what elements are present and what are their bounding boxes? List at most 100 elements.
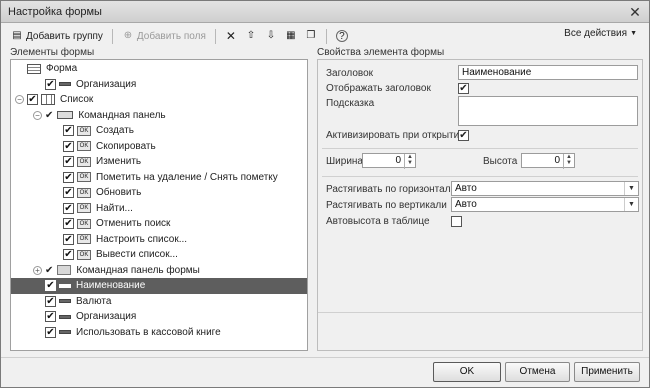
toolbar-separator xyxy=(111,28,113,44)
stretch-vertical-value: Авто xyxy=(455,199,477,210)
visibility-checkbox[interactable]: ✔ xyxy=(45,326,56,338)
divider xyxy=(318,312,642,313)
tree-row[interactable]: ✔ OK Отменить поиск xyxy=(11,216,307,232)
visibility-checkbox[interactable]: ✔ xyxy=(63,202,74,214)
activate-on-open-checkbox[interactable]: ✔ xyxy=(458,130,469,141)
tree-row[interactable]: ✔ OK Настроить список... xyxy=(11,232,307,248)
add-group-label: Добавить группу xyxy=(26,30,103,42)
move-up-icon: ⇧ xyxy=(246,30,256,41)
stretch-horizontal-value: Авто xyxy=(455,183,477,194)
show-caption-checkbox[interactable]: ✔ xyxy=(458,83,469,94)
tree-row[interactable]: ✔ OK Найти... xyxy=(11,201,307,217)
tree-row[interactable]: ✔ OK Обновить xyxy=(11,185,307,201)
button-icon: OK xyxy=(77,187,91,198)
visibility-checkbox[interactable]: ✔ xyxy=(27,94,38,106)
add-fields-icon: ⊕ xyxy=(123,30,133,41)
width-label: Ширина xyxy=(326,156,363,167)
visibility-checkbox[interactable]: ✔ xyxy=(63,140,74,152)
tree-item-label: Создать xyxy=(96,125,135,137)
visibility-checkbox[interactable]: ✔ xyxy=(45,311,56,323)
checkmark-icon[interactable]: ✔ xyxy=(45,110,53,121)
button-icon: OK xyxy=(77,172,91,183)
apply-button[interactable]: Применить xyxy=(574,362,640,382)
tree-row[interactable]: ✔ Наименование xyxy=(11,278,307,294)
toolbar-separator xyxy=(214,28,216,44)
properties-panel: Заголовок Наименование Отображать заголо… xyxy=(317,59,643,351)
help-button[interactable]: ? xyxy=(333,27,351,45)
tree-item-label: Отменить поиск xyxy=(96,218,171,230)
move-down-button[interactable]: ⇩ xyxy=(262,27,280,45)
activate-on-open-label: Активизировать при открытии xyxy=(326,130,465,141)
window-title: Настройка формы xyxy=(8,5,102,18)
tree-item-label: Командная панель xyxy=(78,109,166,121)
checkmark-icon[interactable]: ✔ xyxy=(45,265,53,276)
visibility-checkbox[interactable]: ✔ xyxy=(63,156,74,168)
expand-toggle-icon[interactable]: − xyxy=(15,95,24,105)
tree-row[interactable]: ✔ OK Вывести список... xyxy=(11,247,307,263)
height-value: 0 xyxy=(554,155,560,166)
width-value: 0 xyxy=(395,155,401,166)
cancel-button[interactable]: Отмена xyxy=(505,362,570,382)
close-icon[interactable]: ✕ xyxy=(627,4,643,20)
autoheight-label: Автовысота в таблице xyxy=(326,216,430,227)
folder-icon xyxy=(57,265,72,276)
visibility-checkbox[interactable]: ✔ xyxy=(63,233,74,245)
visibility-checkbox[interactable]: ✔ xyxy=(45,78,56,90)
stretch-vertical-select[interactable]: Авто ▼ xyxy=(451,197,639,212)
button-icon: OK xyxy=(77,141,91,152)
tree-row[interactable]: ✔ Организация xyxy=(11,309,307,325)
height-input[interactable]: 0 ▲ ▼ xyxy=(521,153,575,169)
expand-toggle-icon[interactable]: − xyxy=(33,110,42,120)
width-spinner[interactable]: ▲ ▼ xyxy=(404,154,415,169)
tree-row[interactable]: ✔ OK Изменить xyxy=(11,154,307,170)
visibility-checkbox[interactable]: ✔ xyxy=(63,249,74,261)
autoheight-checkbox[interactable] xyxy=(451,216,462,227)
width-input[interactable]: 0 ▲ ▼ xyxy=(362,153,416,169)
table-icon xyxy=(41,94,55,106)
tree-row[interactable]: + ✔ Командная панель формы xyxy=(11,263,307,279)
tree-item-label: Наименование xyxy=(76,280,146,292)
visibility-checkbox[interactable]: ✔ xyxy=(45,280,56,292)
form-icon xyxy=(27,63,41,74)
tree-item-label: Валюта xyxy=(76,295,112,307)
form-elements-title: Элементы формы xyxy=(10,47,95,58)
tree-row[interactable]: ✔ OK Пометить на удаление / Снять пометку xyxy=(11,170,307,186)
group-button[interactable]: ▦ xyxy=(282,27,300,45)
tree-row[interactable]: ✔ Использовать в кассовой книге xyxy=(11,325,307,341)
tree-row[interactable]: − ✔ Командная панель xyxy=(11,108,307,124)
all-actions-menu[interactable]: Все действия ▼ xyxy=(564,28,637,39)
all-actions-label: Все действия xyxy=(564,28,628,39)
expand-toggle-icon[interactable]: + xyxy=(33,265,42,275)
add-group-icon: ▤ xyxy=(12,30,22,41)
divider xyxy=(322,176,638,177)
title-bar: Настройка формы ✕ xyxy=(1,1,649,23)
stretch-horizontal-select[interactable]: Авто ▼ xyxy=(451,181,639,196)
hint-textarea[interactable] xyxy=(458,96,638,126)
chevron-down-icon[interactable]: ▼ xyxy=(624,198,638,211)
tree-row[interactable]: − ✔ Список xyxy=(11,92,307,108)
visibility-checkbox[interactable]: ✔ xyxy=(63,218,74,230)
ok-button[interactable]: OK xyxy=(433,362,501,382)
form-elements-tree[interactable]: Форма ✔ Организация − ✔ Список − ✔ Командная пан… xyxy=(10,59,308,351)
tree-row[interactable]: ✔ OK Создать xyxy=(11,123,307,139)
tree-item-label: Найти... xyxy=(96,202,133,214)
add-group-button[interactable]: ▤ Добавить группу xyxy=(8,27,106,45)
copy-button[interactable]: ❐ xyxy=(302,27,320,45)
delete-button[interactable]: ✕ xyxy=(222,27,240,45)
tree-item-label: Изменить xyxy=(96,156,142,168)
chevron-down-icon[interactable]: ▼ xyxy=(624,182,638,195)
tree-row[interactable]: ✔ OK Скопировать xyxy=(11,139,307,155)
group-icon: ▦ xyxy=(286,30,296,41)
move-up-button[interactable]: ⇧ xyxy=(242,27,260,45)
tree-row[interactable]: Форма xyxy=(11,61,307,77)
visibility-checkbox[interactable]: ✔ xyxy=(63,187,74,199)
caption-input[interactable]: Наименование xyxy=(458,65,638,80)
visibility-checkbox[interactable]: ✔ xyxy=(63,171,74,183)
visibility-checkbox[interactable]: ✔ xyxy=(63,125,74,137)
tree-row[interactable]: ✔ Валюта xyxy=(11,294,307,310)
tree-row[interactable]: ✔ Организация xyxy=(11,77,307,93)
visibility-checkbox[interactable]: ✔ xyxy=(45,295,56,307)
height-spinner[interactable]: ▲ ▼ xyxy=(563,154,574,169)
tree-item-label: Обновить xyxy=(96,187,142,199)
add-fields-button[interactable]: ⊕ Добавить поля xyxy=(119,27,209,45)
